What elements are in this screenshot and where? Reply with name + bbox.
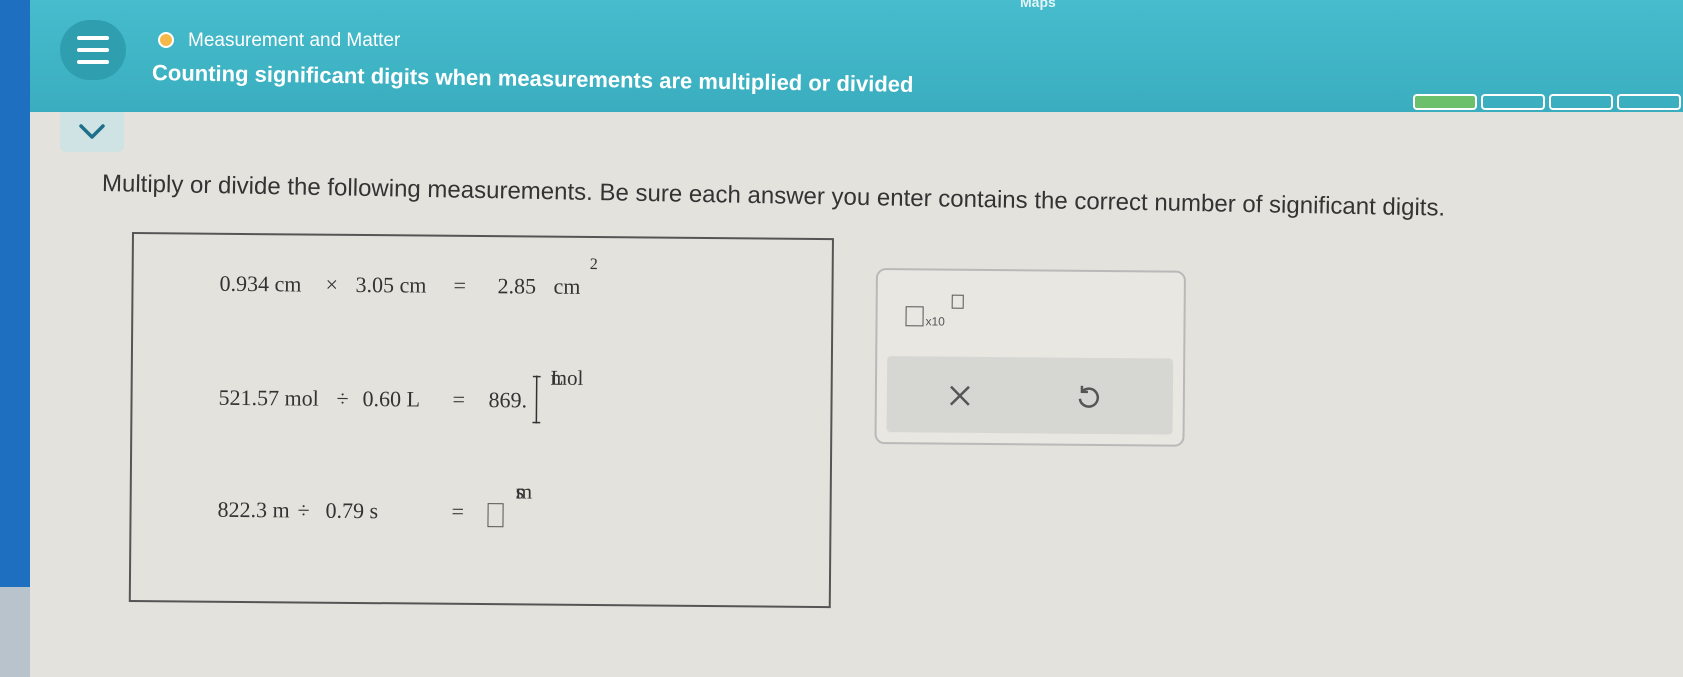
unit-denominator: L xyxy=(550,365,564,390)
operand-b: 0.79 s xyxy=(325,497,379,524)
operand-a: 822.3 m xyxy=(217,496,290,523)
mantissa-box-icon xyxy=(905,306,924,327)
close-icon xyxy=(949,385,970,406)
text-cursor-icon xyxy=(532,375,541,424)
equals-sign: = xyxy=(451,498,465,524)
hamburger-icon-bar xyxy=(77,60,109,64)
unit-exponent: 2 xyxy=(589,255,598,274)
progress-segment xyxy=(1413,94,1477,110)
answer-tools-panel: x10 xyxy=(874,268,1186,447)
unit-denominator: s xyxy=(515,479,525,504)
operator: ÷ xyxy=(297,497,310,523)
progress-segment xyxy=(1481,94,1545,110)
menu-button[interactable] xyxy=(60,20,126,80)
hamburger-icon-bar xyxy=(77,48,109,52)
desktop-edge xyxy=(0,587,30,677)
topic-status-dot xyxy=(158,32,174,48)
collapse-tab[interactable] xyxy=(60,112,124,152)
equals-sign: = xyxy=(452,386,466,412)
chevron-down-icon xyxy=(79,124,105,139)
operator: × xyxy=(325,271,339,297)
answer-input[interactable]: 2.85 xyxy=(497,273,536,299)
clear-button[interactable] xyxy=(935,371,985,421)
problem-box: 0.934 cm × 3.05 cm = 2.85 cm 2 521.57 mo… xyxy=(128,232,834,609)
operand-b: 0.60 L xyxy=(362,386,421,412)
operand-a: 521.57 mol xyxy=(218,384,319,411)
equals-sign: = xyxy=(453,272,467,298)
bookmark-maps[interactable]: Maps xyxy=(1020,0,1056,10)
answer-input[interactable] xyxy=(487,503,504,528)
topic-title: Measurement and Matter xyxy=(188,30,401,51)
progress-segment xyxy=(1617,94,1681,110)
undo-button[interactable] xyxy=(1063,372,1113,422)
action-bar xyxy=(886,356,1174,435)
x10-label: x10 xyxy=(925,314,945,329)
operand-a: 0.934 cm xyxy=(219,270,302,297)
undo-icon xyxy=(1078,385,1100,408)
scientific-notation-button[interactable]: x10 xyxy=(905,294,965,333)
instructions: Multiply or divide the following measure… xyxy=(101,170,1446,222)
progress-segment xyxy=(1549,94,1613,110)
progress-bar xyxy=(1413,94,1681,110)
browser-side-strip xyxy=(0,0,30,677)
hamburger-icon xyxy=(77,36,109,40)
answer-input[interactable]: 869. xyxy=(488,387,527,413)
answer-unit: cm xyxy=(553,273,581,299)
operator: ÷ xyxy=(336,385,349,411)
operand-b: 3.05 cm xyxy=(355,271,427,298)
exponent-box-icon xyxy=(951,294,964,309)
